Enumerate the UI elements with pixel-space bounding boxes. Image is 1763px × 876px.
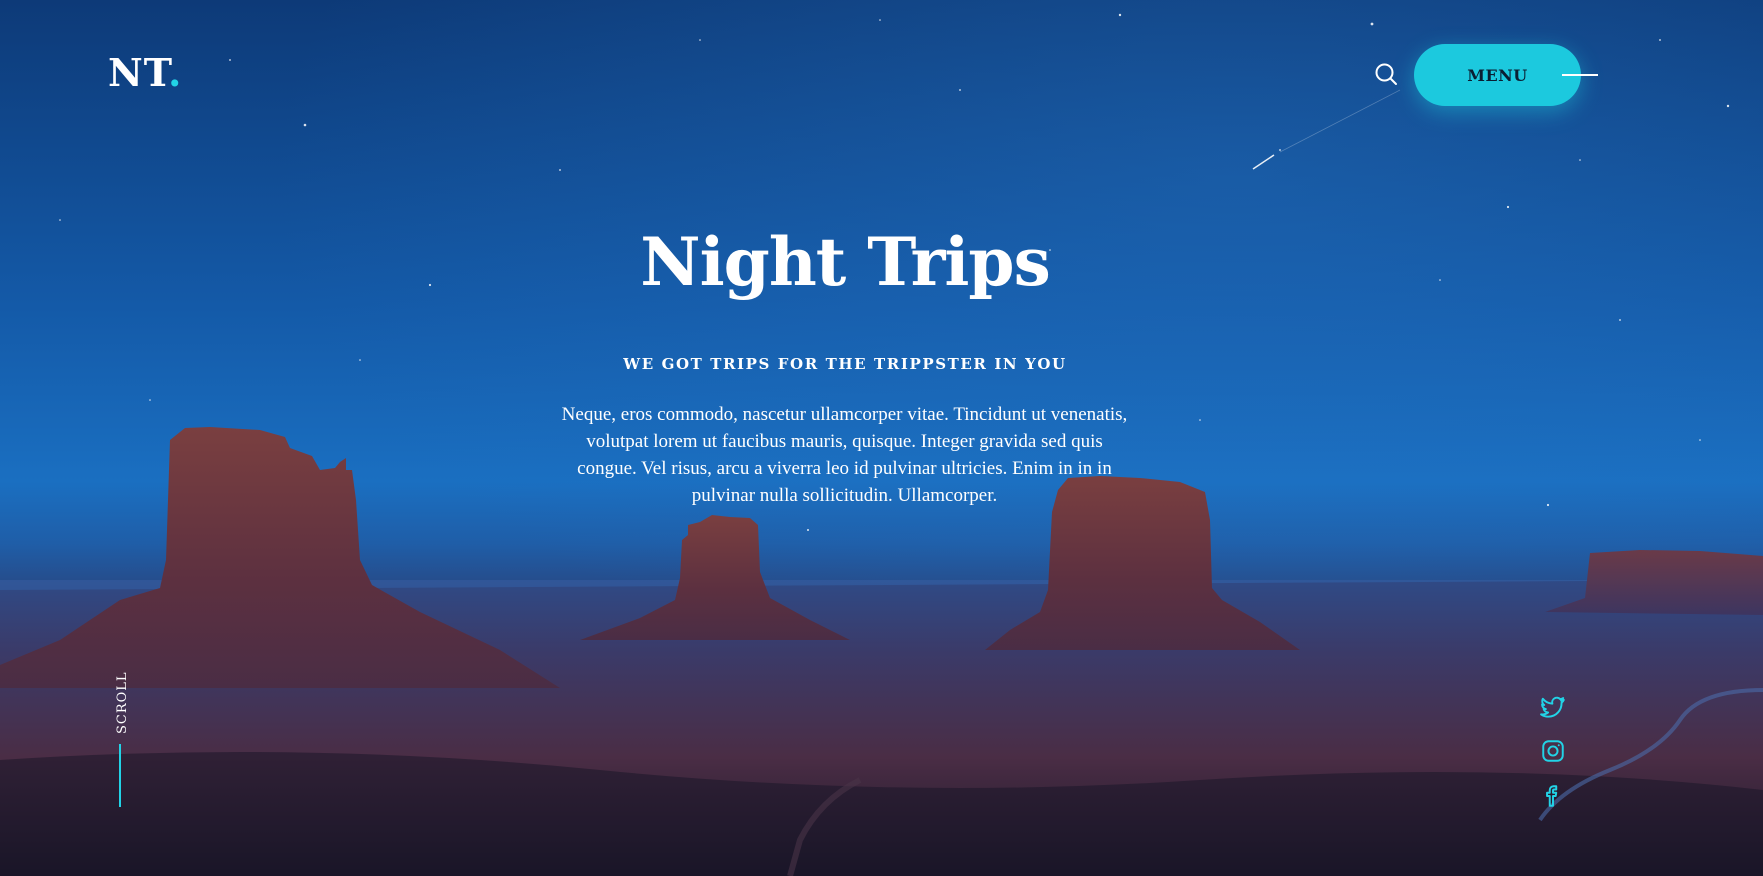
search-button[interactable]	[1374, 62, 1398, 86]
site-logo[interactable]: NT.	[108, 50, 182, 95]
hero-subtitle: WE GOT TRIPS FOR THE TRIPPSTER IN YOU	[623, 355, 1067, 373]
twitter-link[interactable]	[1540, 695, 1566, 721]
menu-button[interactable]: MENU	[1414, 44, 1581, 106]
scroll-label: SCROLL	[115, 671, 130, 734]
instagram-icon	[1542, 740, 1564, 762]
facebook-link[interactable]	[1540, 783, 1566, 809]
search-icon	[1375, 63, 1397, 85]
landing-page: NT. MENU Night Trips WE GOT TRIPS FOR TH…	[0, 0, 1763, 876]
scroll-line-icon	[119, 744, 121, 807]
menu-label: MENU	[1467, 65, 1528, 85]
logo-text: NT	[108, 50, 169, 95]
instagram-link[interactable]	[1540, 738, 1566, 764]
facebook-icon	[1546, 785, 1558, 807]
menu-line-icon	[1562, 74, 1598, 76]
logo-dot: .	[168, 50, 183, 95]
page-title: Night Trips	[640, 223, 1050, 301]
twitter-icon	[1540, 696, 1565, 718]
hero-description: Neque, eros commodo, nascetur ullamcorpe…	[561, 404, 1128, 506]
